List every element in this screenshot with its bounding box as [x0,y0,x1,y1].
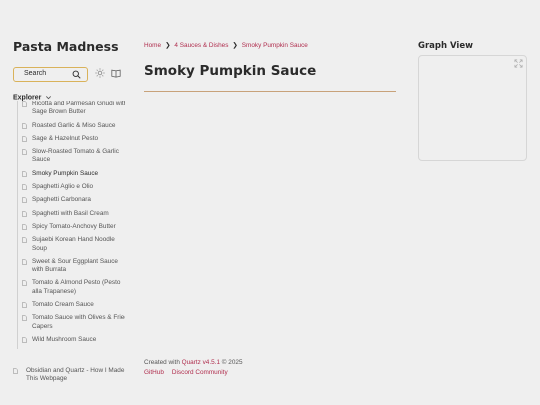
breadcrumb-folder[interactable]: 4 Sauces & Dishes [174,42,228,49]
footer-copyright: © 2025 [220,359,243,366]
file-icon [22,171,27,177]
file-icon [22,280,27,287]
file-icon [22,136,27,142]
explorer-file-label: Sweet & Sour Eggplant Sauce with Burrata [32,257,118,274]
explorer-file-item[interactable]: Roasted Garlic & Miso Sauce [18,122,125,130]
explorer-file-label: Spicy Tomato-Anchovy Butter [32,222,116,230]
explorer-file-item[interactable]: Sage & Hazelnut Pesto [18,135,125,143]
explorer-file-label: Spaghetti with Basil Cream [32,209,109,217]
explorer-file-label: Smoky Pumpkin Sauce [32,169,99,177]
explorer-file-label: Spaghetti Carbonara [32,196,91,204]
footer-credit: Created with Quartz v4.5.1 © 2025 [144,359,243,366]
expand-icon[interactable] [514,59,523,68]
file-icon [22,149,27,155]
explorer-file-item[interactable]: Spaghetti Carbonara [18,196,125,204]
explorer-file-label: Slow-Roasted Tomato & Garlic Sauce [32,148,119,164]
search-icon [72,70,81,79]
explorer-file-label: Spaghetti Aglio e Olio [32,183,94,191]
explorer-folder-contents: Ricotta and Parmesan Gnudi with Sage Bro… [17,101,125,350]
explorer-file-item[interactable]: Sujaebi Korean Hand Noodle Soup [18,236,125,253]
explorer-file-label: Roasted Garlic & Miso Sauce [32,121,116,129]
explorer-file-item[interactable]: Tomato Sauce with Olives & Fried Capers [18,314,125,331]
footer-github-link[interactable]: GitHub [144,369,164,376]
footer-links: GitHub Discord Community [144,369,236,376]
footer-discord-link[interactable]: Discord Community [172,369,228,376]
explorer-file-label: Tomato Cream Sauce [32,301,94,309]
explorer-file-item[interactable]: Spaghetti with Basil Cream [18,210,125,218]
footer-created-prefix: Created with [144,359,182,366]
file-icon [13,368,18,374]
explorer-file-item[interactable]: Wild Mushroom Sauce [18,336,125,344]
explorer-file-item[interactable]: Smoky Pumpkin Sauce [18,170,125,178]
explorer-file-label: Ricotta and Parmesan Gnudi with Sage Bro… [32,101,125,116]
explorer-file-item[interactable]: Tomato & Almond Pesto (Pesto alla Trapan… [18,279,125,296]
search-button[interactable]: Search [13,67,88,82]
breadcrumb-current[interactable]: Smoky Pumpkin Sauce [242,42,308,49]
sun-icon[interactable] [95,68,105,78]
footer-quartz-link[interactable]: Quartz v4.5.1 [182,359,220,366]
graph-title: Graph View [418,41,473,51]
sidebar: Pasta Madness Search Explorer Ricotta an… [13,0,125,405]
graph-view[interactable] [418,55,527,161]
file-icon [22,101,27,107]
explorer-file-label: Tomato Sauce with Olives & Fried Capers [32,314,125,330]
search-label: Search [24,70,47,77]
file-icon [22,337,27,343]
file-icon [22,197,27,204]
explorer-root-file[interactable]: Obsidian and Quartz - How I Made This We… [13,367,125,384]
explorer-file-label: Wild Mushroom Sauce [32,335,97,343]
page-title: Smoky Pumpkin Sauce [144,63,317,79]
main-content: Home ❯ 4 Sauces & Dishes ❯ Smoky Pumpkin Sau… [144,0,396,405]
file-icon [22,302,27,308]
book-icon[interactable] [111,68,121,78]
explorer-file-item[interactable]: Ricotta and Parmesan Gnudi with Sage Bro… [18,101,125,117]
explorer-list[interactable]: Ricotta and Parmesan Gnudi with Sage Bro… [13,101,125,388]
file-icon [22,184,27,190]
file-icon [22,210,27,217]
explorer-file-item[interactable]: Spaghetti Aglio e Olio [18,183,125,191]
breadcrumb-home[interactable]: Home [144,42,161,49]
breadcrumb-separator: ❯ [232,42,238,49]
title-divider [144,91,396,92]
explorer-file-item[interactable]: Slow-Roasted Tomato & Garlic Sauce [18,148,125,165]
site-title[interactable]: Pasta Madness [13,39,119,54]
file-icon [22,259,27,265]
breadcrumb: Home ❯ 4 Sauces & Dishes ❯ Smoky Pumpkin Sau… [144,41,308,49]
explorer-file-label: Tomato & Almond Pesto (Pesto alla Trapan… [32,279,121,295]
file-icon [22,237,27,244]
file-icon [22,224,27,230]
explorer-file-item[interactable]: Tomato Cream Sauce [18,301,125,309]
explorer-file-item[interactable]: Spicy Tomato-Anchovy Butter [18,223,125,231]
explorer-file-label: Sage & Hazelnut Pesto [32,134,99,142]
file-icon [22,315,27,322]
explorer-root-file-label: Obsidian and Quartz - How I Made This We… [26,367,125,383]
explorer-file-item[interactable]: Sweet & Sour Eggplant Sauce with Burrata [18,258,125,275]
chevron-down-icon [46,96,52,100]
breadcrumb-separator: ❯ [165,42,171,49]
explorer-file-label: Sujaebi Korean Hand Noodle Soup [32,236,115,252]
file-icon [22,122,27,129]
